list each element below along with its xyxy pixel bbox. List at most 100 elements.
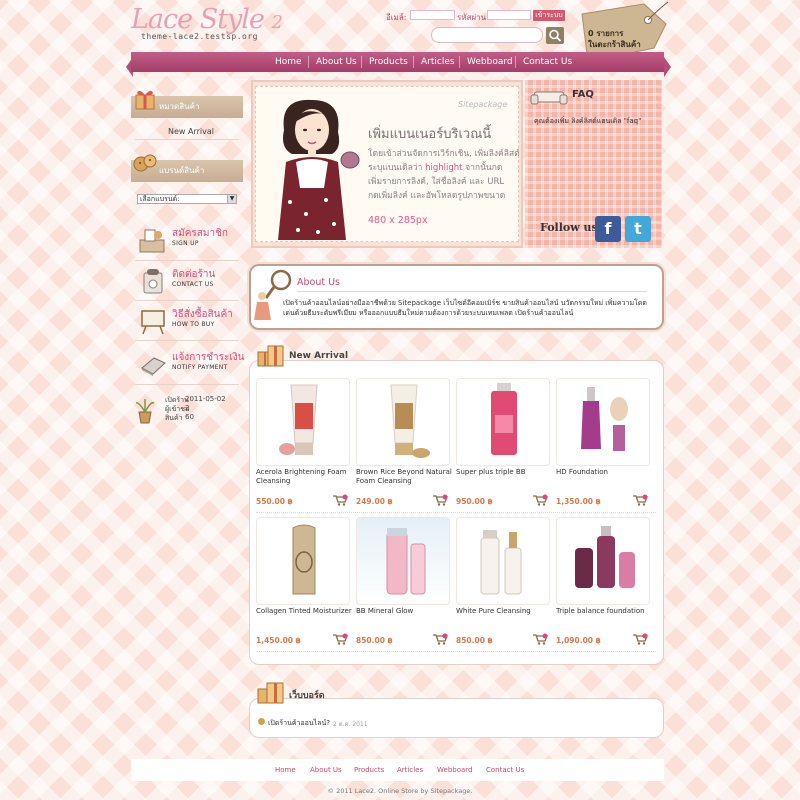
telephone-icon: [143, 269, 163, 294]
nav-webboard[interactable]: Webboard: [467, 52, 513, 72]
menu-notify-payment[interactable]: แจ้งการชำระเงิน NOTIFY PAYMENT: [138, 348, 245, 384]
nav-home[interactable]: Home: [275, 52, 302, 72]
add-to-cart-icon[interactable]: [332, 633, 348, 645]
footer-link-products[interactable]: Products: [354, 766, 384, 774]
chevron-down-icon: ▼: [227, 195, 236, 203]
facebook-icon[interactable]: f: [595, 216, 621, 242]
brand-header-label: แบรนด์สินค้า: [159, 166, 205, 175]
product-name[interactable]: Brown Rice Beyond Natural Foam Cleansing: [356, 468, 452, 486]
product-name[interactable]: Super plus triple BB: [456, 468, 552, 477]
menu-contact-us-en: CONTACT US: [172, 281, 214, 288]
menu-notify-payment-th: แจ้งการชำระเงิน: [172, 352, 245, 363]
product-name[interactable]: Collagen Tinted Moisturizer: [256, 607, 352, 616]
gift-box-icon: [135, 90, 155, 110]
product-name[interactable]: Acerola Brightening Foam Cleansing: [256, 468, 352, 486]
product-image[interactable]: [256, 517, 350, 605]
webboard-post-link[interactable]: เปิดร้านค้าออนไลน์?: [268, 718, 330, 729]
product-price: 249.00 ฿: [356, 497, 393, 506]
nav-contact-us[interactable]: Contact Us: [523, 52, 572, 72]
add-to-cart-icon[interactable]: [432, 494, 448, 506]
nav-about-us[interactable]: About Us: [316, 52, 357, 72]
footer-link-contact-us[interactable]: Contact Us: [486, 766, 524, 774]
search-icon: [549, 29, 562, 42]
add-to-cart-icon[interactable]: [532, 633, 548, 645]
follow-us-label: Follow us: [540, 221, 598, 234]
password-label: รหัสผ่าน:: [457, 13, 489, 22]
product-name[interactable]: Triple balance foundation: [556, 607, 652, 616]
product-price: 1,450.00 ฿: [256, 636, 301, 645]
add-to-cart-icon[interactable]: [632, 633, 648, 645]
product-price: 1,090.00 ฿: [556, 636, 601, 645]
product-image[interactable]: [356, 517, 450, 605]
sofa-icon: [530, 91, 568, 105]
footer-link-about-us[interactable]: About Us: [310, 766, 342, 774]
shop-stats: เปิดร้าน 2011-05-02 ผู้เข้าชม 2 สินค้า 6…: [133, 392, 241, 428]
banner-line-4: กดเพิ่มลิงค์ และอัพโหลดรูปภาพขนาด: [368, 191, 506, 201]
product-name[interactable]: HD Foundation: [556, 468, 652, 477]
divider: [135, 139, 239, 140]
twitter-icon[interactable]: t: [625, 216, 651, 242]
logo-text: Lace Style 2: [131, 4, 283, 35]
product-image[interactable]: [556, 378, 650, 466]
email-field[interactable]: [410, 10, 455, 20]
product-name[interactable]: White Pure Cleansing: [456, 607, 552, 616]
product-image[interactable]: [456, 378, 550, 466]
footer-link-articles[interactable]: Articles: [397, 766, 423, 774]
product-image[interactable]: [356, 378, 450, 466]
footer-link-home[interactable]: Home: [275, 766, 296, 774]
add-to-cart-icon[interactable]: [432, 633, 448, 645]
lady-illustration: [278, 99, 360, 240]
add-to-cart-icon[interactable]: [632, 494, 648, 506]
brand-select-value: เลือกแบรนด์:: [140, 195, 180, 203]
menu-notify-payment-en: NOTIFY PAYMENT: [172, 364, 228, 371]
about-us-text: เปิดร้านค้าออนไลน์อย่างมืออาชีพด้วย Site…: [283, 299, 647, 317]
divider: [135, 300, 239, 301]
menu-sign-up-th: สมัครสมาชิก: [172, 228, 228, 239]
cookie-bag-icon: [133, 154, 157, 172]
copyright: © 2011 Lace2. Online Store by Sitepackag…: [327, 787, 473, 795]
search-input[interactable]: [431, 27, 543, 43]
divider: [256, 651, 656, 652]
stat-visitors-value: 2: [185, 404, 190, 412]
banner-line-2: ระบุแบนเดิลว่า highlight จากนั้นกด: [368, 163, 503, 173]
about-us-title: About Us: [297, 277, 341, 288]
product-price: 1,350.00 ฿: [556, 497, 601, 506]
site-logo[interactable]: Lace Style 2 theme-lace2.testsp.org: [131, 4, 283, 48]
menu-contact-us[interactable]: ติดต่อร้าน CONTACT US: [138, 265, 242, 301]
new-arrival-title: New Arrival: [289, 351, 349, 361]
product-price: 850.00 ฿: [356, 636, 393, 645]
nav-ribbon-right: [664, 57, 671, 77]
add-to-cart-icon[interactable]: [532, 494, 548, 506]
banner-title: เพิ่มแบนเนอร์บริเวณนี้: [368, 127, 492, 142]
nav-articles[interactable]: Articles: [421, 52, 455, 72]
product-image[interactable]: [256, 378, 350, 466]
divider: [135, 260, 239, 261]
banner-watermark: Sitepackage: [458, 100, 508, 109]
banner-size: 480 x 285px: [368, 215, 428, 226]
brand-select[interactable]: เลือกแบรนด์: ▼: [137, 194, 237, 204]
nav-divider: [413, 56, 414, 68]
flower-pot-icon: [135, 399, 155, 424]
product-image[interactable]: [456, 517, 550, 605]
nav-divider: [515, 56, 516, 68]
footer-link-webboard[interactable]: Webboard: [437, 766, 472, 774]
login-button[interactable]: เข้าระบบ: [533, 10, 565, 21]
category-item-new-arrival[interactable]: New Arrival: [168, 127, 214, 136]
category-header-label: หมวดสินค้า: [159, 102, 200, 111]
password-field[interactable]: [487, 10, 531, 20]
menu-contact-us-th: ติดต่อร้าน: [172, 269, 216, 280]
banner-line-1: โดยเข้าส่วนจัดการเวิร์กเชิน, เพิ่มลิงค์ล…: [368, 149, 520, 159]
bullet-icon: [258, 718, 265, 725]
gift-boxes-icon: [257, 682, 284, 704]
nav-divider: [361, 56, 362, 68]
menu-sign-up[interactable]: สมัครสมาชิก SIGN UP: [138, 224, 242, 260]
menu-how-to-buy[interactable]: วิธีสั่งซื้อสินค้า HOW TO BUY: [138, 305, 242, 341]
webboard-title: เว็บบอร์ด: [289, 691, 325, 701]
nav-products[interactable]: Products: [369, 52, 408, 72]
about-us-panel: [249, 264, 664, 330]
product-name[interactable]: BB Mineral Glow: [356, 607, 452, 616]
product-image[interactable]: [556, 517, 650, 605]
search-button[interactable]: [546, 27, 564, 44]
sign-up-icon: [139, 229, 165, 253]
add-to-cart-icon[interactable]: [332, 494, 348, 506]
